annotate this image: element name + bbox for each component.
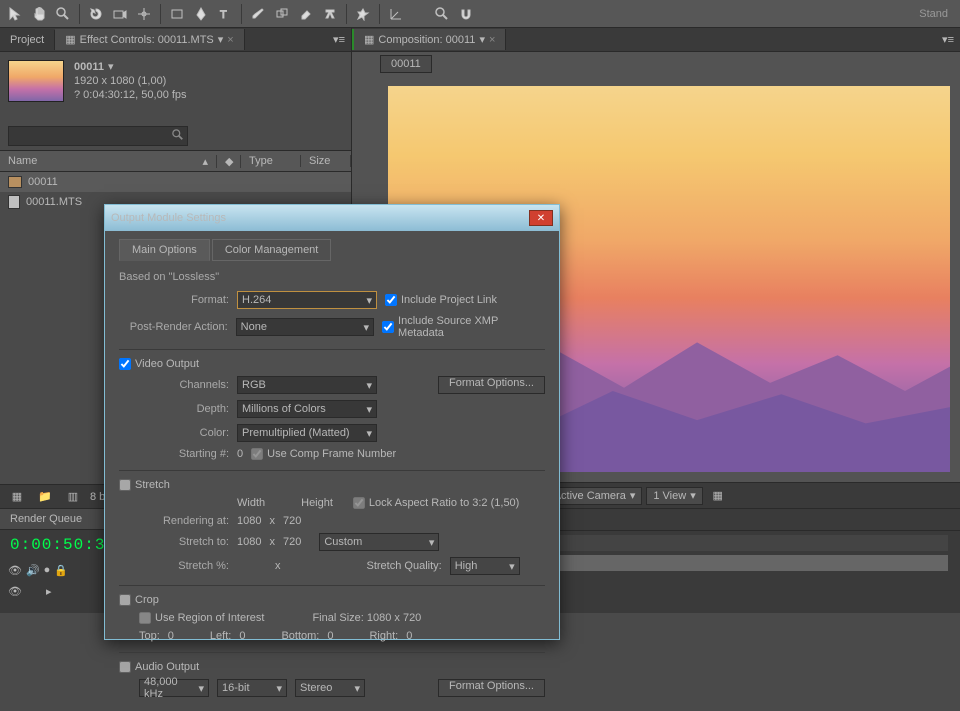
comp-icon: ▦ [364,33,374,46]
comp-frame-checkbox: Use Comp Frame Number [251,448,396,460]
lock-icon[interactable]: 🔒 [54,564,68,577]
tab-effect-controls[interactable]: ▦ Effect Controls: 00011.MTS ▾ × [55,29,244,50]
color-select[interactable]: Premultiplied (Matted)▾ [237,424,377,442]
tab-color-management[interactable]: Color Management [212,239,332,261]
camera-select[interactable]: Active Camera▾ [547,487,643,505]
stretch-preset-select: Custom▾ [319,533,439,551]
video-output-checkbox[interactable]: Video Output [119,358,199,370]
svg-text:T: T [220,9,227,21]
dropdown-icon[interactable]: ▾ [108,61,114,73]
close-icon[interactable]: × [227,34,233,46]
roto-tool-icon[interactable] [319,3,341,25]
search-icon[interactable] [172,129,184,144]
comp-icon: ▦ [65,33,75,46]
expand-icon[interactable]: ▸ [46,585,52,598]
bit-depth-select: 16-bit▾ [217,679,287,697]
hand-tool-icon[interactable] [28,3,50,25]
eraser-tool-icon[interactable] [295,3,317,25]
stretch-quality-select: High▾ [450,557,520,575]
rect-tool-icon[interactable] [166,3,188,25]
search-tool-icon[interactable] [431,3,453,25]
brush-tool-icon[interactable] [247,3,269,25]
audio-output-checkbox[interactable]: Audio Output [119,661,199,673]
close-icon[interactable]: × [489,34,495,46]
pin-tool-icon[interactable] [352,3,374,25]
anchor-tool-icon[interactable] [133,3,155,25]
post-render-select[interactable]: None▾ [236,318,374,336]
solo-icon[interactable]: ● [44,564,51,577]
roi-checkbox: Use Region of Interest [139,612,264,624]
render-queue-tab[interactable]: Render Queue [0,509,119,530]
interpret-icon[interactable]: ▦ [6,486,28,508]
comp-dimensions: 1920 x 1080 (1,00) [74,75,187,87]
tab-main-options[interactable]: Main Options [119,239,210,261]
search-input[interactable] [8,126,188,146]
clone-tool-icon[interactable] [271,3,293,25]
eye-icon[interactable]: 👁 [8,564,22,577]
project-list-header: Name ▴ ◆ Type Size [0,150,351,172]
workspace-label[interactable]: Stand [919,8,948,20]
channels-audio-select: Stereo▾ [295,679,365,697]
file-icon [8,195,20,209]
main-toolbar: T Stand [0,0,960,28]
list-item[interactable]: 00011 [0,172,351,192]
lock-aspect-checkbox: Lock Aspect Ratio to 3:2 (1,50) [353,497,519,509]
selection-tool-icon[interactable] [4,3,26,25]
new-comp-icon[interactable]: ▥ [62,486,84,508]
speaker-icon[interactable]: 🔊 [26,564,40,577]
format-select[interactable]: H.264▾ [237,291,377,309]
comp-icon [8,176,22,188]
panel-menu-icon[interactable]: ▾≡ [327,29,351,50]
stretch-checkbox[interactable]: Stretch [119,479,170,491]
tab-project[interactable]: Project [0,30,55,50]
format-options-button[interactable]: Format Options... [438,376,545,394]
sample-rate-select: 48,000 kHz▾ [139,679,209,697]
comp-name: 00011 [74,61,104,73]
channels-select[interactable]: RGB▾ [237,376,377,394]
axis-tool-icon[interactable] [385,3,407,25]
based-on-label: Based on "Lossless" [119,271,545,283]
tab-composition[interactable]: ▦ Composition: 00011 ▾ × [352,29,506,50]
include-link-checkbox[interactable]: Include Project Link [385,294,497,306]
depth-select[interactable]: Millions of Colors▾ [237,400,377,418]
comp-duration: ? 0:04:30:12, 50,00 fps [74,89,187,101]
audio-format-options-button: Format Options... [438,679,545,697]
eye-icon[interactable]: 👁 [8,585,22,598]
col-name[interactable]: Name ▴ [0,155,217,168]
tab-menu-icon[interactable]: ▾ [218,33,224,46]
camera-tool-icon[interactable] [109,3,131,25]
crop-checkbox[interactable]: Crop [119,594,159,606]
col-tag[interactable]: ◆ [217,155,241,168]
timecode-display[interactable]: 0:00:50:37 [0,530,119,560]
breadcrumb[interactable]: 00011 [380,55,432,73]
rotation-tool-icon[interactable] [85,3,107,25]
tab-menu-icon[interactable]: ▾ [479,33,485,46]
view-options-icon[interactable]: ▦ [707,485,729,507]
zoom-tool-icon[interactable] [52,3,74,25]
pen-tool-icon[interactable] [190,3,212,25]
col-type[interactable]: Type [241,155,301,167]
col-size[interactable]: Size [301,155,351,167]
dialog-titlebar[interactable]: Output Module Settings ✕ [105,205,559,231]
output-module-dialog: Output Module Settings ✕ Main Options Co… [104,204,560,640]
close-icon[interactable]: ✕ [529,210,553,226]
panel-menu-icon[interactable]: ▾≡ [936,29,960,50]
view-select[interactable]: 1 View▾ [646,487,702,505]
folder-icon[interactable]: 📁 [34,486,56,508]
include-xmp-checkbox[interactable]: Include Source XMP Metadata [382,315,545,339]
composition-thumbnail [8,60,64,102]
text-tool-icon[interactable]: T [214,3,236,25]
snap-tool-icon[interactable] [455,3,477,25]
